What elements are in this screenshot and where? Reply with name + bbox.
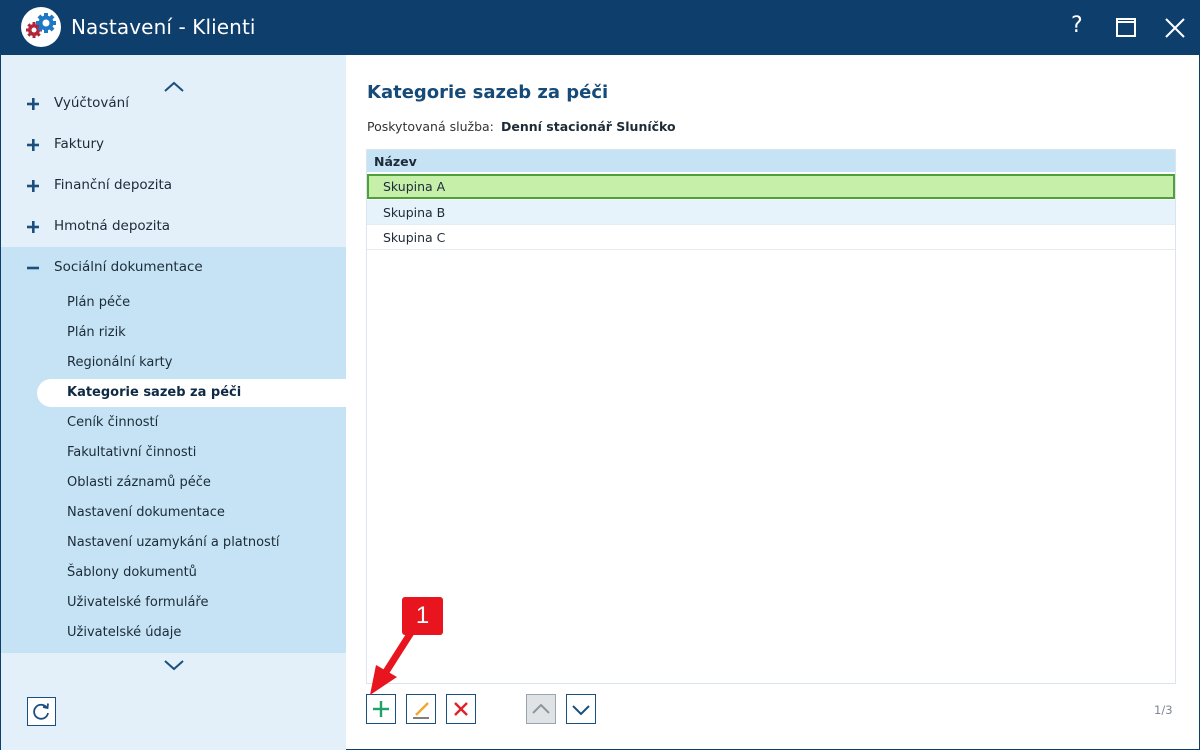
app-logo-gears-icon: [21, 7, 61, 47]
maximize-button[interactable]: [1106, 8, 1146, 48]
table-row[interactable]: Skupina C: [367, 225, 1175, 250]
table-cell-name: Skupina B: [383, 205, 446, 220]
chevron-down-icon: [572, 705, 590, 716]
sidebar-scroll-down-button[interactable]: [161, 655, 187, 675]
sidebar-subitem-oblasti-zaznamu[interactable]: Oblasti záznamů péče: [37, 469, 347, 497]
sidebar-subitem-label: Ceník činností: [67, 415, 159, 430]
categories-table: Název Skupina A Skupina B Skupina C: [366, 149, 1176, 684]
annotation-arrow-icon: [370, 627, 416, 695]
sidebar-subitem-label: Plán péče: [67, 295, 131, 310]
sidebar-item-vyuctovani[interactable]: Vyúčtování: [1, 84, 346, 124]
window-title: Nastavení - Klienti: [71, 15, 256, 39]
sidebar-subitem-kategorie-sazeb[interactable]: Kategorie sazeb za péči: [37, 379, 347, 407]
close-button[interactable]: [1155, 8, 1195, 48]
sidebar-subitem-nastaveni-uzamykani[interactable]: Nastavení uzamykání a platností: [37, 529, 347, 557]
maximize-icon: [1116, 18, 1136, 37]
service-value: Denní stacionář Sluníčko: [501, 119, 676, 134]
sidebar-subitem-label: Oblasti záznamů péče: [67, 475, 211, 490]
sidebar-subitem-label: Regionální karty: [67, 355, 173, 370]
move-up-button[interactable]: [526, 694, 556, 724]
sidebar-subitem-sablony-dokumentu[interactable]: Šablony dokumentů: [37, 559, 347, 587]
sidebar-item-label: Finanční depozita: [54, 177, 173, 193]
pager-indicator: 1/3: [1154, 703, 1173, 717]
expand-plus-icon: [27, 180, 39, 192]
sidebar-item-label: Vyúčtování: [54, 95, 129, 111]
sidebar-subitem-label: Kategorie sazeb za péči: [67, 385, 242, 400]
sidebar-subitem-uzivatelske-formulare[interactable]: Uživatelské formuláře: [37, 589, 347, 617]
close-icon: [1165, 18, 1185, 38]
page-title: Kategorie sazeb za péči: [367, 82, 609, 103]
sidebar-subitem-regionalni-karty[interactable]: Regionální karty: [37, 349, 347, 377]
collapse-minus-icon: [27, 266, 39, 270]
sidebar-subitem-label: Nastavení dokumentace: [67, 505, 225, 520]
help-button[interactable]: ?: [1058, 8, 1098, 48]
sidebar-item-label: Faktury: [54, 136, 105, 152]
sidebar-item-label: Hmotná depozita: [54, 218, 171, 234]
sidebar-subitem-label: Fakultativní činnosti: [67, 445, 197, 460]
sidebar-subitem-fakultativni-cinnosti[interactable]: Fakultativní činnosti: [37, 439, 347, 467]
sidebar-subitem-uzivatelske-udaje[interactable]: Uživatelské údaje: [37, 619, 347, 647]
expand-plus-icon: [27, 98, 39, 110]
sidebar-subitem-cenik-cinnosti[interactable]: Ceník činností: [37, 409, 347, 437]
column-header-nazev: Název: [374, 154, 417, 169]
sidebar-item-faktury[interactable]: Faktury: [1, 125, 346, 165]
sidebar-subitem-plan-rizik[interactable]: Plán rizik: [37, 319, 347, 347]
refresh-icon: [33, 703, 49, 720]
table-header[interactable]: Název: [367, 150, 1175, 172]
chevron-up-icon: [532, 703, 550, 714]
sidebar-item-label: Sociální dokumentace: [54, 259, 203, 275]
expand-plus-icon: [27, 221, 39, 233]
table-cell-name: Skupina A: [383, 179, 446, 194]
help-icon: ?: [1071, 13, 1083, 38]
sidebar-subitem-plan-pece[interactable]: Plán péče: [37, 289, 347, 317]
x-icon: [454, 702, 468, 716]
sidebar-subitem-nastaveni-dokumentace[interactable]: Nastavení dokumentace: [37, 499, 347, 527]
sidebar-subitem-label: Plán rizik: [67, 325, 126, 340]
move-down-button[interactable]: [566, 694, 596, 724]
main-panel: Kategorie sazeb za péči Poskytovaná služ…: [346, 55, 1200, 750]
sidebar-subitem-label: Nastavení uzamykání a platností: [67, 535, 280, 550]
table-row[interactable]: Skupina B: [367, 200, 1175, 225]
sidebar-subitem-label: Uživatelské formuláře: [67, 595, 209, 610]
table-row[interactable]: Skupina A: [367, 174, 1175, 199]
table-cell-name: Skupina C: [383, 230, 446, 245]
chevron-down-icon: [164, 660, 184, 671]
sidebar-item-financni-depozita[interactable]: Finanční depozita: [1, 166, 346, 206]
refresh-button[interactable]: [27, 697, 56, 726]
sidebar-item-socialni-dokumentace[interactable]: Sociální dokumentace: [1, 248, 346, 288]
sidebar: Vyúčtování Faktury Finanční depozita Hmo…: [0, 55, 347, 750]
sidebar-item-hmotna-depozita[interactable]: Hmotná depozita: [1, 207, 346, 247]
title-bar: Nastavení - Klienti ?: [0, 0, 1200, 55]
delete-button[interactable]: [446, 694, 476, 724]
sidebar-subitem-label: Uživatelské údaje: [67, 625, 182, 640]
sidebar-subitem-label: Šablony dokumentů: [67, 565, 197, 580]
expand-plus-icon: [27, 139, 39, 151]
service-label: Poskytovaná služba:: [367, 119, 494, 134]
